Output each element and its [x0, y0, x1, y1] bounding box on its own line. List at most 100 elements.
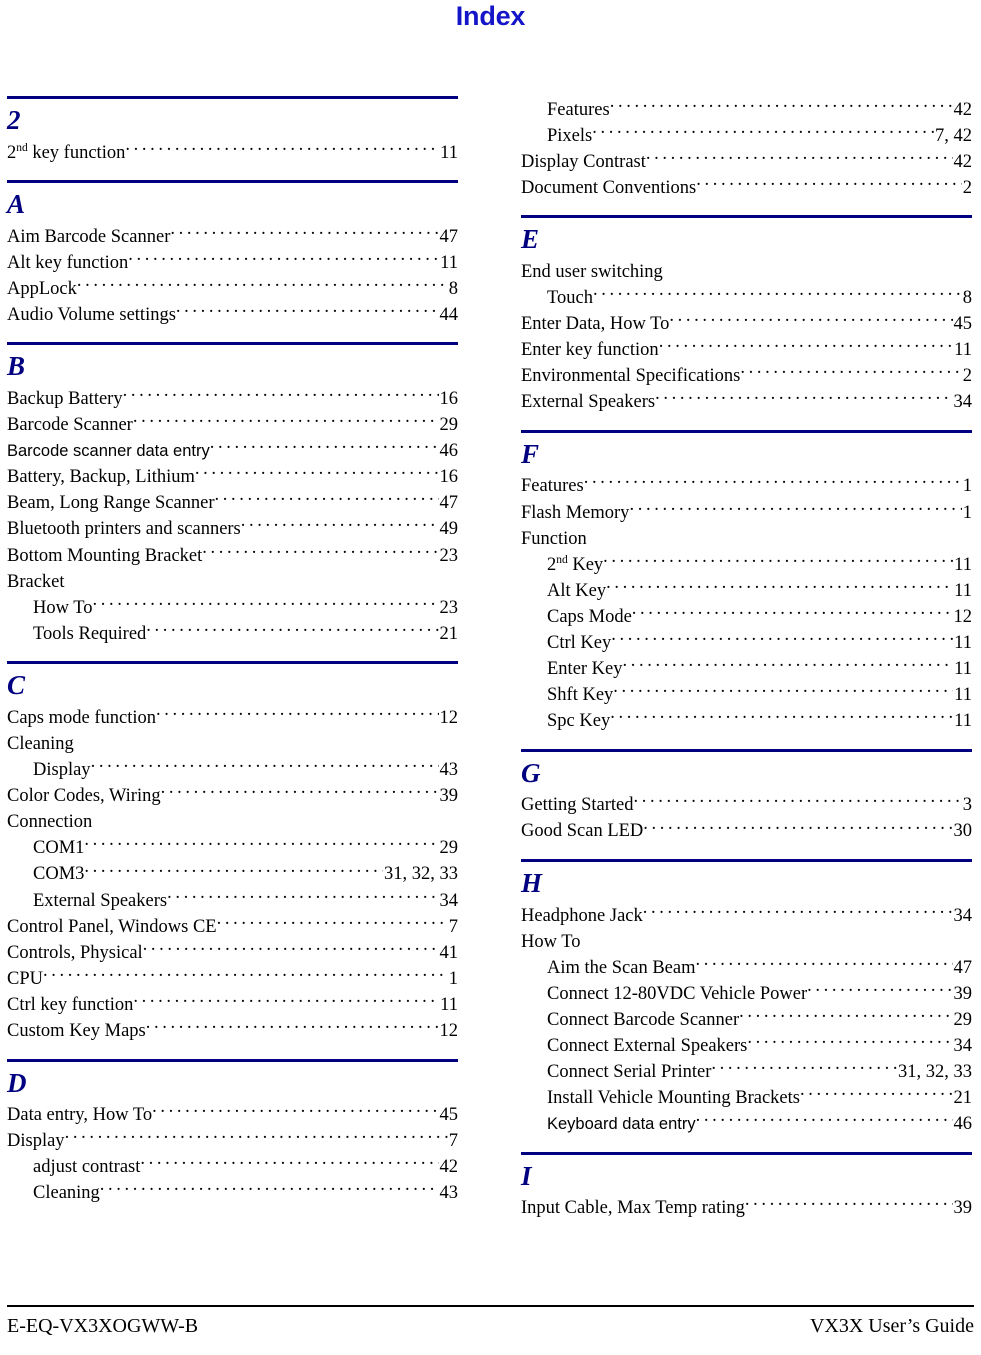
index-entry[interactable]: Aim Barcode Scanner 47: [7, 223, 458, 249]
index-entry[interactable]: COM3 31, 32, 33: [7, 861, 458, 887]
index-entry-page: 29: [439, 415, 459, 436]
index-entry[interactable]: Cleaning: [7, 731, 458, 757]
index-entries: 2nd key function 11: [7, 136, 458, 165]
index-entry[interactable]: Connect Serial Printer 31, 32, 33: [521, 1059, 972, 1085]
index-entry[interactable]: CPU 1: [7, 965, 458, 991]
index-entry[interactable]: Display Contrast 42: [521, 148, 972, 174]
index-entry[interactable]: Aim the Scan Beam 47: [521, 954, 972, 980]
index-entry[interactable]: Bracket: [7, 568, 458, 594]
index-entry[interactable]: Environmental Specifications 2: [521, 363, 972, 389]
dot-leader: [740, 363, 961, 382]
index-entry-page: 12: [439, 707, 459, 728]
index-entry[interactable]: Pixels 7, 42: [521, 122, 972, 148]
index-entry[interactable]: Install Vehicle Mounting Brackets 21: [521, 1085, 972, 1111]
index-entries: Aim Barcode Scanner47Alt key function11A…: [7, 220, 458, 327]
dot-leader: [65, 1128, 448, 1147]
dot-leader: [643, 902, 953, 921]
index-entry[interactable]: External Speakers 34: [7, 887, 458, 913]
index-entry[interactable]: Bottom Mounting Bracket 23: [7, 542, 458, 568]
index-entry[interactable]: COM1 29: [7, 835, 458, 861]
index-entry[interactable]: Good Scan LED 30: [521, 818, 972, 844]
index-entry-page: 1: [962, 476, 972, 497]
index-entry[interactable]: Shft Key 11: [521, 682, 972, 708]
section-letter-heading: E: [521, 224, 540, 255]
index-entry-page: 1: [448, 968, 458, 989]
dot-leader: [643, 818, 952, 837]
index-entry-label: Bottom Mounting Bracket: [7, 545, 203, 566]
dot-leader: [170, 223, 438, 242]
index-entry-page: 47: [439, 493, 459, 514]
index-entry[interactable]: Spc Key 11: [521, 708, 972, 734]
index-entry[interactable]: Enter Key 11: [521, 656, 972, 682]
index-entry[interactable]: 2nd key function 11: [7, 139, 458, 165]
index-entry-page: 16: [439, 388, 459, 409]
index-entry[interactable]: Connect External Speakers 34: [521, 1033, 972, 1059]
index-entry[interactable]: Enter Data, How To 45: [521, 311, 972, 337]
index-entry[interactable]: Audio Volume settings 44: [7, 301, 458, 327]
index-entry[interactable]: Barcode scanner data entry 46: [7, 438, 458, 464]
index-entry[interactable]: Keyboard data entry 46: [521, 1111, 972, 1137]
index-entry[interactable]: Headphone Jack 34: [521, 902, 972, 928]
ordinal-suffix: nd: [16, 141, 28, 154]
index-entry[interactable]: Battery, Backup, Lithium 16: [7, 464, 458, 490]
index-entry[interactable]: Display 43: [7, 757, 458, 783]
index-entry[interactable]: Alt key function 11: [7, 249, 458, 275]
section-letter-heading: B: [7, 351, 26, 382]
index-entry[interactable]: AppLock 8: [7, 275, 458, 301]
index-entry-label: CPU: [7, 968, 43, 989]
index-entry-label: Touch: [547, 287, 593, 308]
index-entry[interactable]: Ctrl key function 11: [7, 991, 458, 1017]
index-entry[interactable]: Enter key function 11: [521, 337, 972, 363]
index-entry-label: Bluetooth printers and scanners: [7, 519, 241, 540]
index-entry[interactable]: Beam, Long Range Scanner 47: [7, 490, 458, 516]
index-entry[interactable]: Connect Barcode Scanner 29: [521, 1006, 972, 1032]
index-entry[interactable]: How To: [521, 928, 972, 954]
index-entry[interactable]: Control Panel, Windows CE 7: [7, 913, 458, 939]
index-entry[interactable]: End user switching: [521, 258, 972, 284]
dot-leader: [74, 731, 457, 750]
dot-leader: [241, 516, 439, 535]
index-entry-label: Ctrl key function: [7, 994, 134, 1015]
index-entry[interactable]: Features 42: [521, 96, 972, 122]
index-entry[interactable]: Barcode Scanner 29: [7, 412, 458, 438]
index-entry[interactable]: Display 7: [7, 1128, 458, 1154]
index-entry-label: 2nd Key: [547, 553, 604, 575]
index-entry[interactable]: Color Codes, Wiring 39: [7, 783, 458, 809]
index-entry[interactable]: How To 23: [7, 594, 458, 620]
index-entry-page: 34: [953, 1036, 973, 1057]
index-entry-page: 11: [440, 994, 458, 1015]
index-entry[interactable]: Caps Mode 12: [521, 603, 972, 629]
index-entry-label: Alt key function: [7, 252, 129, 273]
index-entry-page: 30: [953, 821, 973, 842]
index-entry[interactable]: Flash Memory 1: [521, 499, 972, 525]
index-entry-label: Beam, Long Range Scanner: [7, 493, 215, 514]
dot-leader: [161, 783, 439, 802]
dot-leader: [167, 887, 438, 906]
index-entry[interactable]: Custom Key Maps 12: [7, 1018, 458, 1044]
index-entry-page: 2: [962, 177, 972, 198]
index-entry[interactable]: 2nd Key 11: [521, 551, 972, 577]
index-entry[interactable]: Bluetooth printers and scanners 49: [7, 516, 458, 542]
index-entry[interactable]: Alt Key 11: [521, 577, 972, 603]
index-entry[interactable]: Cleaning 43: [7, 1180, 458, 1206]
index-entry[interactable]: Connection: [7, 809, 458, 835]
index-entry[interactable]: Input Cable, Max Temp rating 39: [521, 1195, 972, 1221]
index-entry-label: Alt Key: [547, 580, 607, 601]
index-entry[interactable]: Data entry, How To 45: [7, 1102, 458, 1128]
index-entry[interactable]: Connect 12-80VDC Vehicle Power 39: [521, 980, 972, 1006]
index-entry[interactable]: External Speakers 34: [521, 389, 972, 415]
index-entry[interactable]: Tools Required 21: [7, 620, 458, 646]
index-entry[interactable]: Function: [521, 525, 972, 551]
index-entry-label: Connect External Speakers: [547, 1036, 748, 1057]
index-entry[interactable]: Backup Battery 16: [7, 385, 458, 411]
index-entry[interactable]: Touch 8: [521, 284, 972, 310]
index-entry[interactable]: adjust contrast 42: [7, 1154, 458, 1180]
index-entry[interactable]: Caps mode function 12: [7, 704, 458, 730]
index-entry[interactable]: Document Conventions 2: [521, 174, 972, 200]
dot-leader: [611, 630, 953, 649]
index-entry[interactable]: Features 1: [521, 473, 972, 499]
index-entry[interactable]: Ctrl Key 11: [521, 630, 972, 656]
index-entry[interactable]: Getting Started 3: [521, 792, 972, 818]
index-entry-label: Display: [7, 1131, 65, 1152]
index-entry[interactable]: Controls, Physical 41: [7, 939, 458, 965]
